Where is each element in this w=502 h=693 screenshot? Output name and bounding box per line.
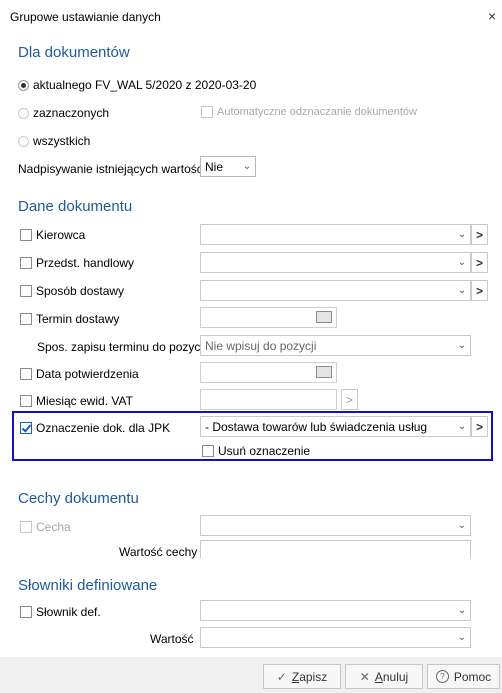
chevron-down-icon: ⌄ bbox=[457, 632, 467, 643]
chevron-down-icon: ⌄ bbox=[457, 285, 467, 296]
kierowca-select[interactable]: ⌄ bbox=[200, 224, 471, 245]
checkbox-icon bbox=[20, 229, 32, 241]
help-button[interactable]: ? Pomoc bbox=[427, 664, 500, 689]
jpk-more-button[interactable]: > bbox=[471, 416, 488, 437]
slownik-select[interactable]: ⌄ bbox=[200, 600, 471, 621]
przedst-more-button[interactable]: > bbox=[471, 252, 488, 273]
radio-selected-documents[interactable]: zaznaczonych bbox=[18, 106, 109, 120]
section-dane-dokumentu: Dane dokumentu bbox=[18, 198, 133, 215]
calendar-icon[interactable] bbox=[316, 366, 332, 378]
chevron-down-icon: ⌄ bbox=[457, 340, 467, 351]
przedst-checkbox[interactable]: Przedst. handlowy bbox=[20, 256, 134, 270]
help-label: Pomoc bbox=[453, 669, 492, 684]
close-icon: ✕ bbox=[359, 669, 370, 684]
checkbox-icon bbox=[20, 313, 32, 325]
radio-current-document[interactable]: aktualnego FV_WAL 5/2020 z 2020-03-20 bbox=[18, 78, 256, 92]
section-dla-dokumentow: Dla dokumentów bbox=[18, 44, 130, 61]
data-potw-checkbox[interactable]: Data potwierdzenia bbox=[20, 367, 139, 381]
cancel-accel: A bbox=[374, 669, 383, 684]
jpk-checkbox[interactable]: Oznaczenie dok. dla JPK bbox=[20, 421, 170, 435]
radio-empty-icon bbox=[18, 107, 29, 119]
checkbox-icon bbox=[20, 257, 32, 269]
overwrite-select[interactable]: Nie ⌄ bbox=[200, 156, 256, 177]
window-title: Grupowe ustawianie danych bbox=[10, 10, 161, 24]
data-potw-label: Data potwierdzenia bbox=[36, 367, 139, 381]
radio-empty-icon bbox=[18, 135, 29, 147]
radio-all-label: wszystkich bbox=[33, 134, 91, 148]
overwrite-label: Nadpisywanie istniejących wartości bbox=[18, 162, 206, 176]
sposob-checkbox[interactable]: Sposób dostawy bbox=[20, 284, 124, 298]
wartosc-select[interactable]: ⌄ bbox=[200, 627, 471, 648]
termin-checkbox[interactable]: Termin dostawy bbox=[20, 312, 119, 326]
kierowca-checkbox[interactable]: Kierowca bbox=[20, 228, 85, 242]
auto-uncheck-label: Automatyczne odznaczanie dokumentów bbox=[217, 106, 417, 118]
miesiac-checkbox[interactable]: Miesiąc ewid. VAT bbox=[20, 394, 133, 408]
termin-label: Termin dostawy bbox=[36, 312, 120, 326]
section-cechy-dokumentu: Cechy dokumentu bbox=[18, 490, 139, 507]
checkmark-icon: ✓ bbox=[276, 669, 287, 684]
auto-uncheck-checkbox[interactable]: Automatyczne odznaczanie dokumentów bbox=[201, 106, 417, 118]
slownik-checkbox[interactable]: Słownik def. bbox=[20, 605, 101, 619]
spos-zapisu-label: Spos. zapisu terminu do pozycji bbox=[37, 340, 206, 354]
sposob-more-button[interactable]: > bbox=[471, 280, 488, 301]
cecha-select[interactable]: ⌄ bbox=[200, 515, 471, 536]
checkbox-icon bbox=[20, 606, 32, 618]
chevron-down-icon: ⌄ bbox=[457, 229, 467, 240]
jpk-label: Oznaczenie dok. dla JPK bbox=[36, 421, 171, 435]
save-button[interactable]: ✓ Zapisz bbox=[263, 664, 341, 689]
calendar-icon[interactable] bbox=[316, 311, 332, 323]
checkbox-icon bbox=[20, 521, 32, 533]
overwrite-value: Nie bbox=[205, 159, 224, 174]
jpk-select[interactable]: - Dostawa towarów lub świadczenia usług … bbox=[200, 416, 471, 437]
chevron-down-icon: ⌄ bbox=[457, 520, 467, 531]
wartosc-cechy-field[interactable] bbox=[200, 540, 471, 558]
help-icon: ? bbox=[435, 670, 449, 683]
radio-selected-icon bbox=[18, 79, 29, 91]
miesiac-field[interactable] bbox=[200, 389, 337, 410]
radio-selected-label: zaznaczonych bbox=[33, 106, 110, 120]
chevron-down-icon: ⌄ bbox=[457, 421, 467, 432]
slownik-label: Słownik def. bbox=[36, 605, 101, 619]
checkbox-checked-icon bbox=[20, 422, 32, 434]
section-slowniki: Słowniki definiowane bbox=[18, 577, 158, 594]
kierowca-more-button[interactable]: > bbox=[471, 224, 488, 245]
checkbox-icon bbox=[202, 445, 214, 457]
checkbox-icon bbox=[20, 368, 32, 380]
przedst-label: Przedst. handlowy bbox=[36, 256, 135, 270]
wartosc-label: Wartość bbox=[150, 632, 194, 646]
cecha-checkbox[interactable]: Cecha bbox=[20, 520, 71, 534]
spos-zapisu-value: Nie wpisuj do pozycji bbox=[205, 338, 317, 353]
spos-zapisu-select[interactable]: Nie wpisuj do pozycji ⌄ bbox=[200, 335, 471, 356]
save-label: apisz bbox=[299, 669, 328, 684]
checkbox-icon bbox=[201, 106, 213, 118]
sposob-label: Sposób dostawy bbox=[36, 284, 125, 298]
sposob-select[interactable]: ⌄ bbox=[200, 280, 471, 301]
chevron-down-icon: ⌄ bbox=[457, 605, 467, 616]
miesiac-label: Miesiąc ewid. VAT bbox=[36, 394, 133, 408]
checkbox-icon bbox=[20, 285, 32, 297]
close-icon[interactable]: × bbox=[488, 8, 496, 24]
przedst-select[interactable]: ⌄ bbox=[200, 252, 471, 273]
radio-current-label: aktualnego FV_WAL 5/2020 z 2020-03-20 bbox=[33, 78, 257, 92]
miesiac-more-button[interactable]: > bbox=[341, 389, 358, 410]
cecha-label: Cecha bbox=[36, 520, 71, 534]
jpk-value: - Dostawa towarów lub świadczenia usług bbox=[205, 419, 428, 434]
usun-oznaczenie-label: Usuń oznaczenie bbox=[218, 444, 311, 458]
wartosc-cechy-label: Wartość cechy bbox=[119, 545, 198, 559]
chevron-down-icon: ⌄ bbox=[242, 161, 252, 172]
checkbox-icon bbox=[20, 395, 32, 407]
radio-all-documents[interactable]: wszystkich bbox=[18, 134, 90, 148]
cancel-button[interactable]: ✕ Anuluj bbox=[345, 664, 423, 689]
usun-oznaczenie-checkbox[interactable]: Usuń oznaczenie bbox=[202, 444, 310, 458]
kierowca-label: Kierowca bbox=[36, 228, 86, 242]
cancel-label: nuluj bbox=[382, 669, 409, 684]
chevron-down-icon: ⌄ bbox=[457, 257, 467, 268]
